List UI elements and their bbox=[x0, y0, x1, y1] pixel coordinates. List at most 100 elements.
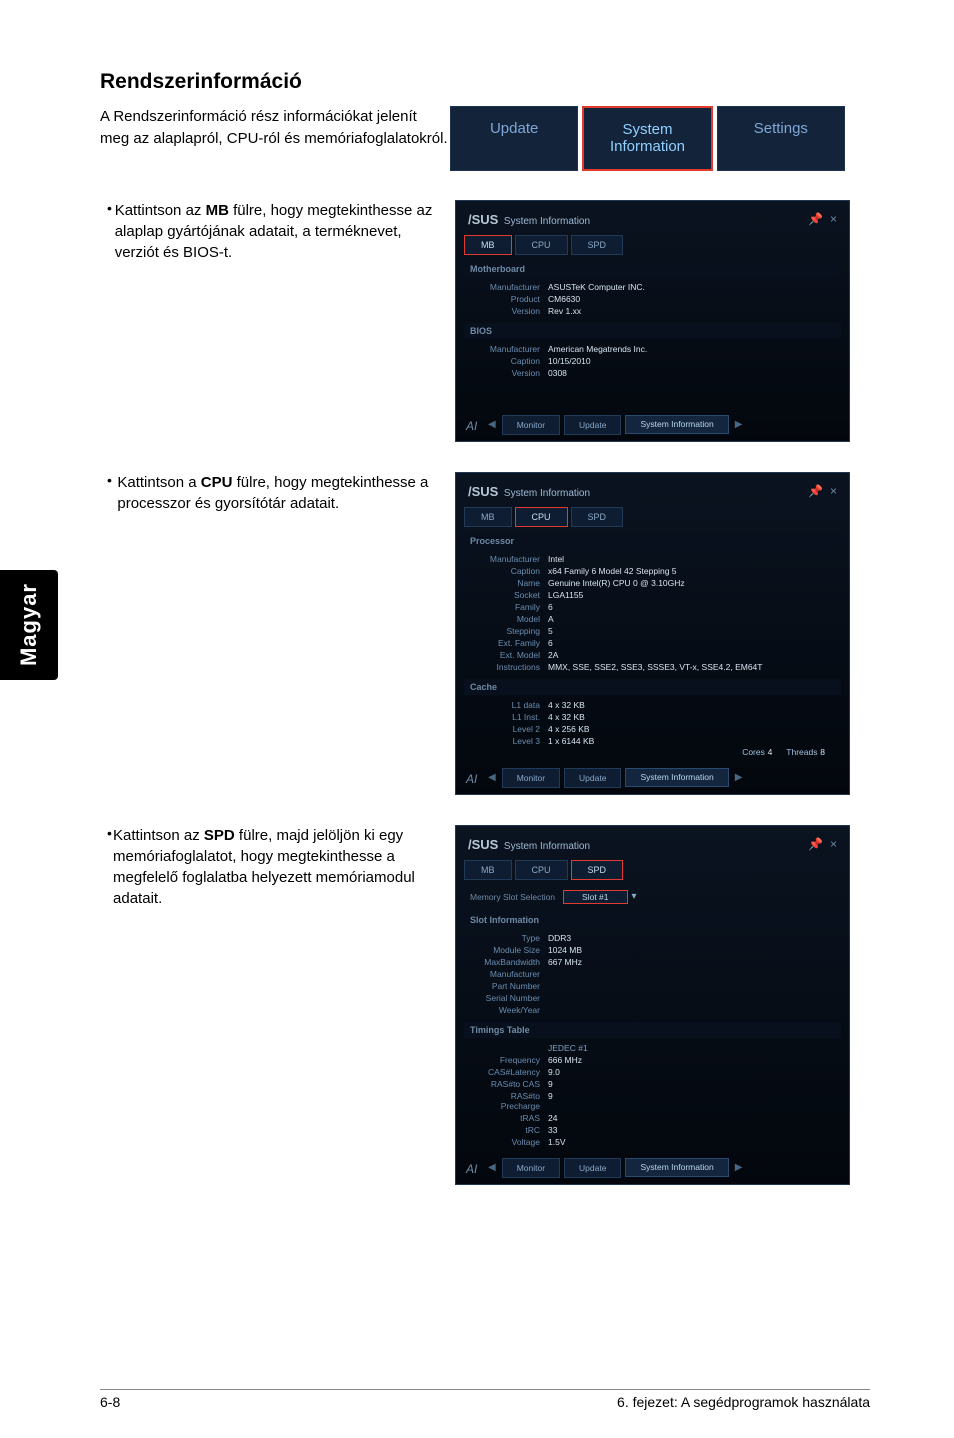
v-tras: 24 bbox=[548, 1113, 557, 1123]
mb-bold: MB bbox=[206, 202, 229, 219]
bullet-cpu-text: Kattintson a CPU fülre, hogy megtekinthe… bbox=[117, 472, 445, 514]
k-cpu-extfamily: Ext. Family bbox=[470, 638, 548, 648]
subtab-cpu[interactable]: CPU bbox=[515, 235, 568, 255]
v-l1d: 4 x 32 KB bbox=[548, 700, 585, 710]
ai-suite-icon[interactable]: AI bbox=[466, 419, 482, 431]
tab-sysinfo-line2: Information bbox=[610, 138, 685, 155]
k-bios-caption: Caption bbox=[470, 356, 548, 366]
close-icon[interactable]: × bbox=[830, 212, 837, 226]
v-l1i: 4 x 32 KB bbox=[548, 712, 585, 722]
k-blank bbox=[470, 1043, 548, 1053]
v-maxbw: 667 MHz bbox=[548, 957, 582, 967]
close-icon[interactable]: × bbox=[830, 837, 837, 851]
screenshot-cpu: /SUS System Information 📌 × MB CPU SPD P… bbox=[455, 472, 850, 795]
k-bios-manufacturer: Manufacturer bbox=[470, 344, 548, 354]
memslot-label: Memory Slot Selection bbox=[470, 892, 563, 902]
nav-update[interactable]: Update bbox=[564, 415, 621, 435]
subtab-cpu[interactable]: CPU bbox=[515, 507, 568, 527]
window-title: System Information bbox=[504, 841, 590, 852]
memslot-select[interactable]: Slot #1 bbox=[563, 890, 627, 904]
v-l2: 4 x 256 KB bbox=[548, 724, 590, 734]
v-l3: 1 x 6144 KB bbox=[548, 736, 594, 746]
page-number: 6-8 bbox=[100, 1394, 120, 1410]
k-cpu-family: Family bbox=[470, 602, 548, 612]
v-cpu-extmodel: 2A bbox=[548, 650, 558, 660]
v-modsize: 1024 MB bbox=[548, 945, 582, 955]
subtab-mb[interactable]: MB bbox=[464, 860, 512, 880]
cpu-pre: Kattintson a bbox=[117, 474, 200, 491]
pin-icon[interactable]: 📌 bbox=[808, 212, 823, 226]
cpu-bold: CPU bbox=[201, 474, 233, 491]
bullet-spd-text: Kattintson az SPD fülre, majd jelöljön k… bbox=[113, 825, 445, 909]
jedec-header: JEDEC #1 bbox=[548, 1043, 588, 1053]
close-icon[interactable]: × bbox=[830, 484, 837, 498]
v-bios-version: 0308 bbox=[548, 368, 567, 378]
nav-sysinfo[interactable]: System Information bbox=[625, 415, 728, 434]
v-voltage: 1.5V bbox=[548, 1137, 566, 1147]
k-maxbw: MaxBandwidth bbox=[470, 957, 548, 967]
row-spd: • Kattintson az SPD fülre, majd jelöljön… bbox=[100, 825, 870, 1185]
nav-monitor[interactable]: Monitor bbox=[502, 1158, 560, 1178]
nav-left-icon[interactable]: ◀ bbox=[486, 772, 498, 783]
k-cpu-caption: Caption bbox=[470, 566, 548, 576]
nav-right-icon[interactable]: ▶ bbox=[733, 1162, 745, 1173]
section-timings: Timings Table bbox=[464, 1022, 841, 1038]
k-l1d: L1 data bbox=[470, 700, 548, 710]
pin-icon[interactable]: 📌 bbox=[808, 484, 823, 498]
tab-system-information[interactable]: System Information bbox=[582, 106, 712, 171]
k-partnum: Part Number bbox=[470, 981, 548, 991]
v-cpu-family: 6 bbox=[548, 602, 553, 612]
nav-left-icon[interactable]: ◀ bbox=[486, 1162, 498, 1173]
spd-pre: Kattintson az bbox=[113, 827, 204, 844]
tab-update[interactable]: Update bbox=[450, 106, 578, 171]
window-title: System Information bbox=[504, 488, 590, 499]
k-version: Version bbox=[470, 306, 548, 316]
intro-text: A Rendszerinformáció rész információkat … bbox=[100, 106, 450, 150]
nav-monitor[interactable]: Monitor bbox=[502, 768, 560, 788]
k-bios-version: Version bbox=[470, 368, 548, 378]
v-cpu-caption: x64 Family 6 Model 42 Stepping 5 bbox=[548, 566, 677, 576]
nav-update[interactable]: Update bbox=[564, 768, 621, 788]
v-cas: 9.0 bbox=[548, 1067, 560, 1077]
nav-sysinfo[interactable]: System Information bbox=[625, 1158, 728, 1177]
ai-suite-icon[interactable]: AI bbox=[466, 1162, 482, 1174]
k-cpu-stepping: Stepping bbox=[470, 626, 548, 636]
nav-sysinfo[interactable]: System Information bbox=[625, 768, 728, 787]
v-freq: 666 MHz bbox=[548, 1055, 582, 1065]
nav-monitor[interactable]: Monitor bbox=[502, 415, 560, 435]
v-cpu-model: A bbox=[548, 614, 554, 624]
top-tab-bar: Update System Information Settings bbox=[450, 106, 845, 171]
subtab-mb[interactable]: MB bbox=[464, 507, 512, 527]
v-cpu-extfamily: 6 bbox=[548, 638, 553, 648]
subtab-spd[interactable]: SPD bbox=[571, 860, 624, 880]
spd-bold: SPD bbox=[204, 827, 235, 844]
k-voltage: Voltage bbox=[470, 1137, 548, 1147]
dropdown-icon[interactable]: ▾ bbox=[628, 891, 637, 902]
subtab-mb[interactable]: MB bbox=[464, 235, 512, 255]
window-title: System Information bbox=[504, 216, 590, 227]
mb-pre: Kattintson az bbox=[115, 202, 206, 219]
k-trc: tRC bbox=[470, 1125, 548, 1135]
v-cpu-name: Genuine Intel(R) CPU 0 @ 3.10GHz bbox=[548, 578, 685, 588]
threads-label: Threads bbox=[786, 747, 817, 757]
pin-icon[interactable]: 📌 bbox=[808, 837, 823, 851]
nav-left-icon[interactable]: ◀ bbox=[486, 419, 498, 430]
row-mb: • Kattintson az MB fülre, hogy megtekint… bbox=[100, 200, 870, 442]
k-serial: Serial Number bbox=[470, 993, 548, 1003]
nav-update[interactable]: Update bbox=[564, 1158, 621, 1178]
subtab-spd[interactable]: SPD bbox=[571, 235, 624, 255]
bullet-dot: • bbox=[100, 825, 113, 841]
k-cpu-name: Name bbox=[470, 578, 548, 588]
ai-suite-icon[interactable]: AI bbox=[466, 772, 482, 784]
nav-right-icon[interactable]: ▶ bbox=[733, 419, 745, 430]
k-rastocas: RAS#to CAS bbox=[470, 1079, 548, 1089]
nav-right-icon[interactable]: ▶ bbox=[733, 772, 745, 783]
bullet-dot: • bbox=[100, 200, 115, 216]
k-cpu-manufacturer: Manufacturer bbox=[470, 554, 548, 564]
v-version: Rev 1.xx bbox=[548, 306, 581, 316]
k-l1i: L1 Inst. bbox=[470, 712, 548, 722]
subtab-spd[interactable]: SPD bbox=[571, 507, 624, 527]
v-bios-caption: 10/15/2010 bbox=[548, 356, 591, 366]
subtab-cpu[interactable]: CPU bbox=[515, 860, 568, 880]
tab-settings[interactable]: Settings bbox=[717, 106, 845, 171]
